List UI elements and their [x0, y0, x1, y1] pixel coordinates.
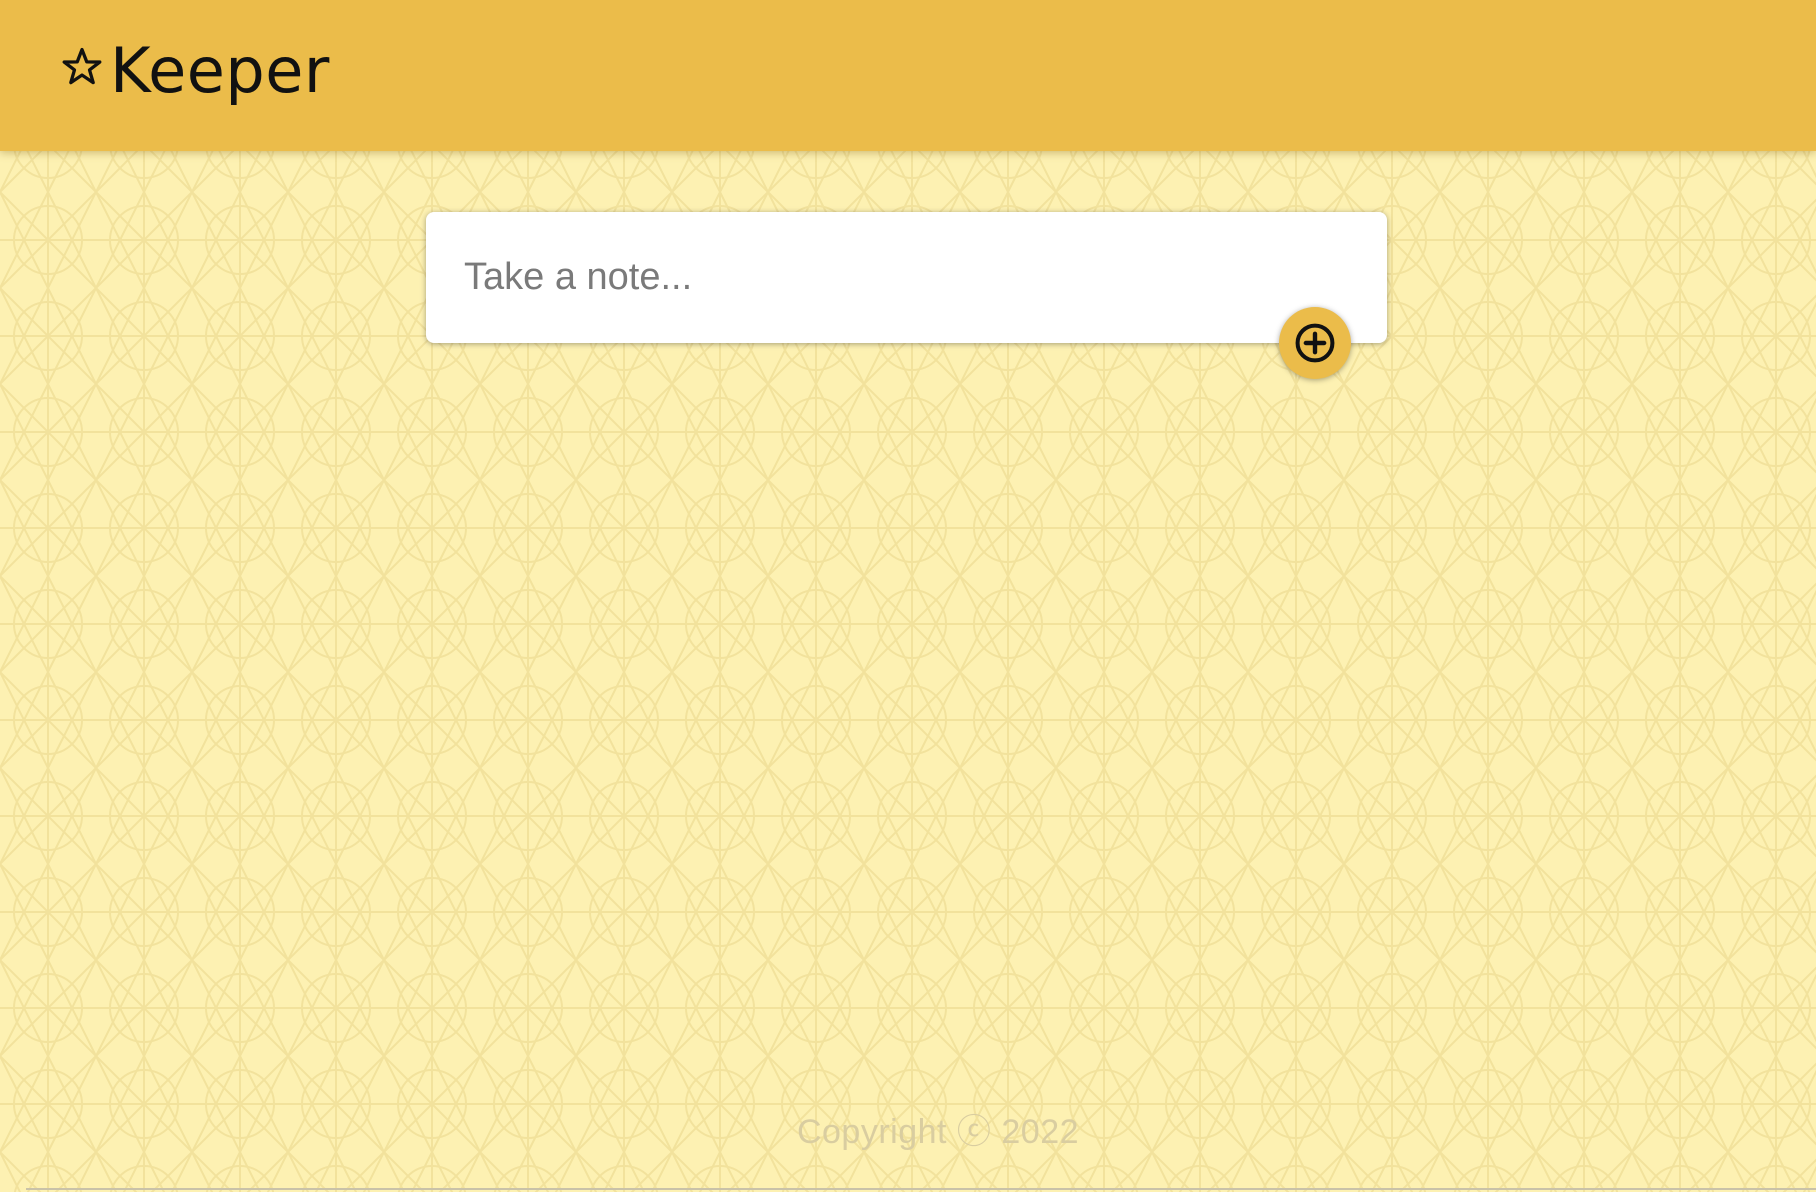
app-footer: Copyright ⓒ 2022	[0, 1104, 1816, 1153]
copyright-text: Copyright ⓒ 2022	[796, 1113, 1080, 1151]
note-content-input[interactable]	[464, 252, 1324, 302]
create-note-card	[426, 212, 1387, 343]
background-pattern	[0, 0, 1816, 1192]
app-title: Keeper	[110, 34, 330, 107]
page-bottom-divider	[26, 1188, 1816, 1190]
add-note-button[interactable]	[1279, 307, 1351, 379]
add-circle-icon	[1295, 323, 1335, 363]
app-header: Keeper	[0, 0, 1816, 151]
brand: Keeper	[60, 40, 330, 102]
star-outline-icon	[62, 47, 102, 85]
